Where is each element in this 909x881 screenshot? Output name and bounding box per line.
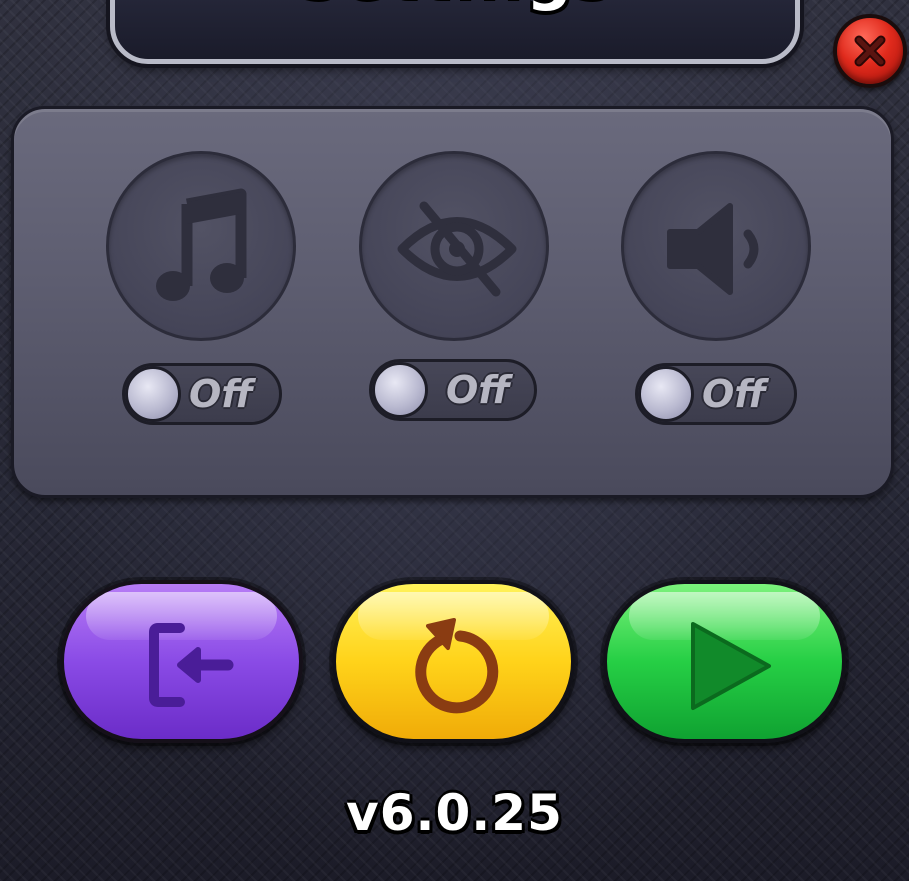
speaker-icon — [667, 203, 759, 295]
options-panel: Off Off Off — [11, 106, 894, 498]
music-toggle-knob — [125, 366, 181, 422]
close-icon — [854, 35, 886, 67]
visibility-toggle[interactable]: Off — [369, 359, 537, 421]
resume-button[interactable] — [603, 580, 846, 743]
music-toggle-label: Off — [189, 372, 253, 416]
sound-toggle-label: Off — [702, 372, 766, 416]
music-toggle-circle[interactable] — [106, 151, 296, 341]
sound-toggle-knob — [638, 366, 694, 422]
visibility-toggle-circle[interactable] — [359, 151, 549, 341]
exit-door-icon — [149, 623, 234, 707]
title-banner: Settings — [110, 0, 800, 64]
music-toggle[interactable]: Off — [122, 363, 282, 425]
sound-toggle[interactable]: Off — [635, 363, 797, 425]
exit-button[interactable] — [60, 580, 303, 743]
restart-button[interactable] — [332, 580, 575, 743]
visibility-toggle-knob — [372, 362, 428, 418]
close-button[interactable] — [833, 14, 907, 88]
restart-icon — [415, 618, 499, 714]
music-note-icon — [156, 188, 247, 301]
version-label: v6.0.25 — [346, 784, 563, 842]
eye-slash-icon — [397, 201, 517, 297]
sound-toggle-circle[interactable] — [621, 151, 811, 341]
page-title: Settings — [115, 0, 795, 13]
visibility-toggle-label: Off — [446, 368, 510, 412]
play-icon — [691, 622, 771, 710]
